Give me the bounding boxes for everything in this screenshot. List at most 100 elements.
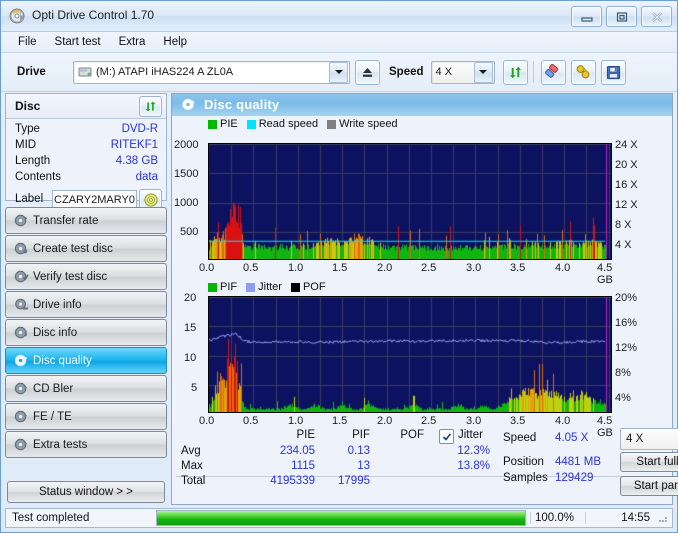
legend-item-write-speed: Write speed bbox=[327, 118, 398, 130]
stats-position-label: Position bbox=[503, 456, 544, 468]
legend-item-pof: POF bbox=[290, 281, 326, 293]
app-disc-icon bbox=[9, 7, 27, 25]
pif-y2tick-16: 16% bbox=[615, 317, 638, 329]
sidebar-item-label: Disc info bbox=[33, 326, 78, 339]
sidebar-item-label: Drive info bbox=[33, 298, 82, 311]
menu-item-start-test[interactable]: Start test bbox=[46, 34, 110, 50]
sidebar-item-label: Create test disc bbox=[33, 242, 113, 255]
pie-y2tick-20x: 20 X bbox=[615, 159, 638, 171]
stats-samples-value: 129429 bbox=[555, 472, 594, 484]
stats-col-pof: POF bbox=[400, 429, 424, 441]
stats-position-value: 4481 MB bbox=[555, 456, 602, 468]
plug-button[interactable] bbox=[570, 59, 596, 85]
charts-area: PIE Read speed Write speed 2000 1500 100… bbox=[172, 116, 678, 504]
menu-item-extra[interactable]: Extra bbox=[110, 34, 155, 50]
disc-panel-header: Disc bbox=[6, 94, 166, 119]
resize-grip[interactable] bbox=[656, 511, 670, 525]
close-button[interactable] bbox=[641, 6, 672, 27]
close-icon bbox=[651, 11, 662, 22]
stats-max-pie: 1115 bbox=[291, 460, 315, 472]
disc-mid-value: RITEKF1 bbox=[110, 139, 158, 151]
stats-row-max-label: Max bbox=[181, 460, 203, 472]
pif-chart-legend: PIF Jitter POF bbox=[208, 281, 332, 293]
save-button[interactable] bbox=[600, 59, 626, 85]
sidebar-item-disc-quality[interactable]: Disc quality bbox=[5, 347, 167, 374]
erase-button[interactable] bbox=[540, 59, 566, 85]
sidebar: Disc Type DVD-R MID RITEKF1 Length 4.38 … bbox=[5, 93, 167, 505]
pie-xtick-6: 3.0 bbox=[466, 262, 482, 274]
legend-label: PIF bbox=[220, 281, 238, 293]
disc-bler-icon bbox=[14, 381, 29, 396]
check-icon bbox=[442, 432, 451, 441]
sidebar-item-label: Transfer rate bbox=[33, 214, 99, 227]
pif-ytick-15: 15 bbox=[184, 322, 197, 334]
pie-xtick-1: 0.5 bbox=[243, 262, 259, 274]
sidebar-item-extra-tests[interactable]: Extra tests bbox=[5, 431, 167, 458]
start-full-button[interactable]: Start full bbox=[620, 452, 678, 472]
app-body: Disc Type DVD-R MID RITEKF1 Length 4.38 … bbox=[1, 93, 678, 505]
maximize-button[interactable] bbox=[606, 6, 637, 27]
pie-xtick-4: 2.0 bbox=[377, 262, 393, 274]
test-speed-select[interactable]: 4 X bbox=[620, 428, 678, 450]
sidebar-item-transfer-rate[interactable]: Transfer rate bbox=[5, 207, 167, 234]
pif-plot-area[interactable] bbox=[208, 296, 612, 413]
drive-select-arrow[interactable] bbox=[329, 61, 348, 83]
eraser-icon bbox=[545, 64, 559, 78]
speed-select[interactable]: 4 X bbox=[430, 60, 495, 84]
start-part-button[interactable]: Start part bbox=[620, 476, 678, 496]
legend-label: Read speed bbox=[258, 118, 319, 130]
disc-refresh-button[interactable] bbox=[139, 96, 162, 117]
sidebar-item-verify-test-disc[interactable]: Verify test disc bbox=[5, 263, 167, 290]
refresh-button[interactable] bbox=[502, 59, 528, 85]
main-panel-header: Disc quality bbox=[172, 94, 672, 116]
status-bar: Test completed 100.0% 14:55 bbox=[5, 508, 673, 528]
sidebar-item-disc-info[interactable]: Disc info bbox=[5, 319, 167, 346]
stats-speed-label: Speed bbox=[503, 432, 537, 444]
legend-label: Write speed bbox=[339, 118, 398, 130]
disc-check-icon bbox=[14, 269, 29, 284]
pie-xtick-7: 3.5 bbox=[510, 262, 526, 274]
eject-button[interactable] bbox=[355, 59, 380, 85]
drive-select-value: (M:) ATAPI iHAS224 A ZL0A bbox=[96, 66, 234, 78]
eject-icon bbox=[363, 67, 372, 77]
sidebar-item-label: Extra tests bbox=[33, 438, 88, 451]
pie-xtick-0: 0.0 bbox=[199, 262, 215, 274]
sidebar-item-fe-te[interactable]: FE / TE bbox=[5, 403, 167, 430]
pie-ytick-1500: 1500 bbox=[174, 168, 199, 180]
disc-quality-icon bbox=[14, 353, 29, 368]
sidebar-item-create-test-disc[interactable]: Create test disc bbox=[5, 235, 167, 262]
stats-total-pif: 17995 bbox=[338, 475, 370, 487]
stats-row-avg-label: Avg bbox=[181, 445, 201, 457]
stats-row-total-label: Total bbox=[181, 475, 206, 487]
progress-percent: 100.0% bbox=[530, 512, 585, 524]
menu-item-help[interactable]: Help bbox=[154, 34, 196, 50]
status-window-button[interactable]: Status window > > bbox=[7, 481, 165, 503]
drive-select[interactable]: (M:) ATAPI iHAS224 A ZL0A bbox=[73, 60, 350, 84]
progress-bar bbox=[156, 510, 526, 526]
window-controls bbox=[571, 6, 672, 27]
stats-max-pif: 13 bbox=[357, 460, 370, 472]
disc-info-icon bbox=[14, 325, 29, 340]
disc-row-length: Length 4.38 GB bbox=[6, 155, 166, 171]
pif-y2tick-4: 4% bbox=[615, 392, 631, 404]
jitter-checkbox[interactable] bbox=[439, 429, 454, 444]
speed-select-arrow[interactable] bbox=[473, 61, 493, 83]
pie-xtick-3: 1.5 bbox=[332, 262, 348, 274]
stats-avg-pif: 0.13 bbox=[347, 445, 370, 457]
main-panel-title: Disc quality bbox=[204, 97, 280, 112]
legend-item-pie: PIE bbox=[208, 118, 238, 130]
minimize-button[interactable] bbox=[571, 6, 602, 27]
stats-avg-pie: 234.05 bbox=[279, 445, 315, 457]
menu-item-file[interactable]: File bbox=[9, 34, 46, 50]
disc-row-contents: Contents data bbox=[6, 171, 166, 187]
stats-col-pif: PIF bbox=[352, 429, 370, 441]
pie-plot-area[interactable] bbox=[208, 143, 612, 260]
sidebar-item-cd-bler[interactable]: CD Bler bbox=[5, 375, 167, 402]
stats-avg-jitter: 12.3% bbox=[457, 445, 490, 457]
pie-ytick-500: 500 bbox=[180, 226, 199, 238]
pif-y2tick-12: 12% bbox=[615, 342, 638, 354]
disc-write-icon bbox=[14, 241, 29, 256]
sidebar-item-drive-info[interactable]: Drive info bbox=[5, 291, 167, 318]
disc-extra-icon bbox=[14, 437, 29, 452]
sidebar-item-label: FE / TE bbox=[33, 410, 72, 423]
